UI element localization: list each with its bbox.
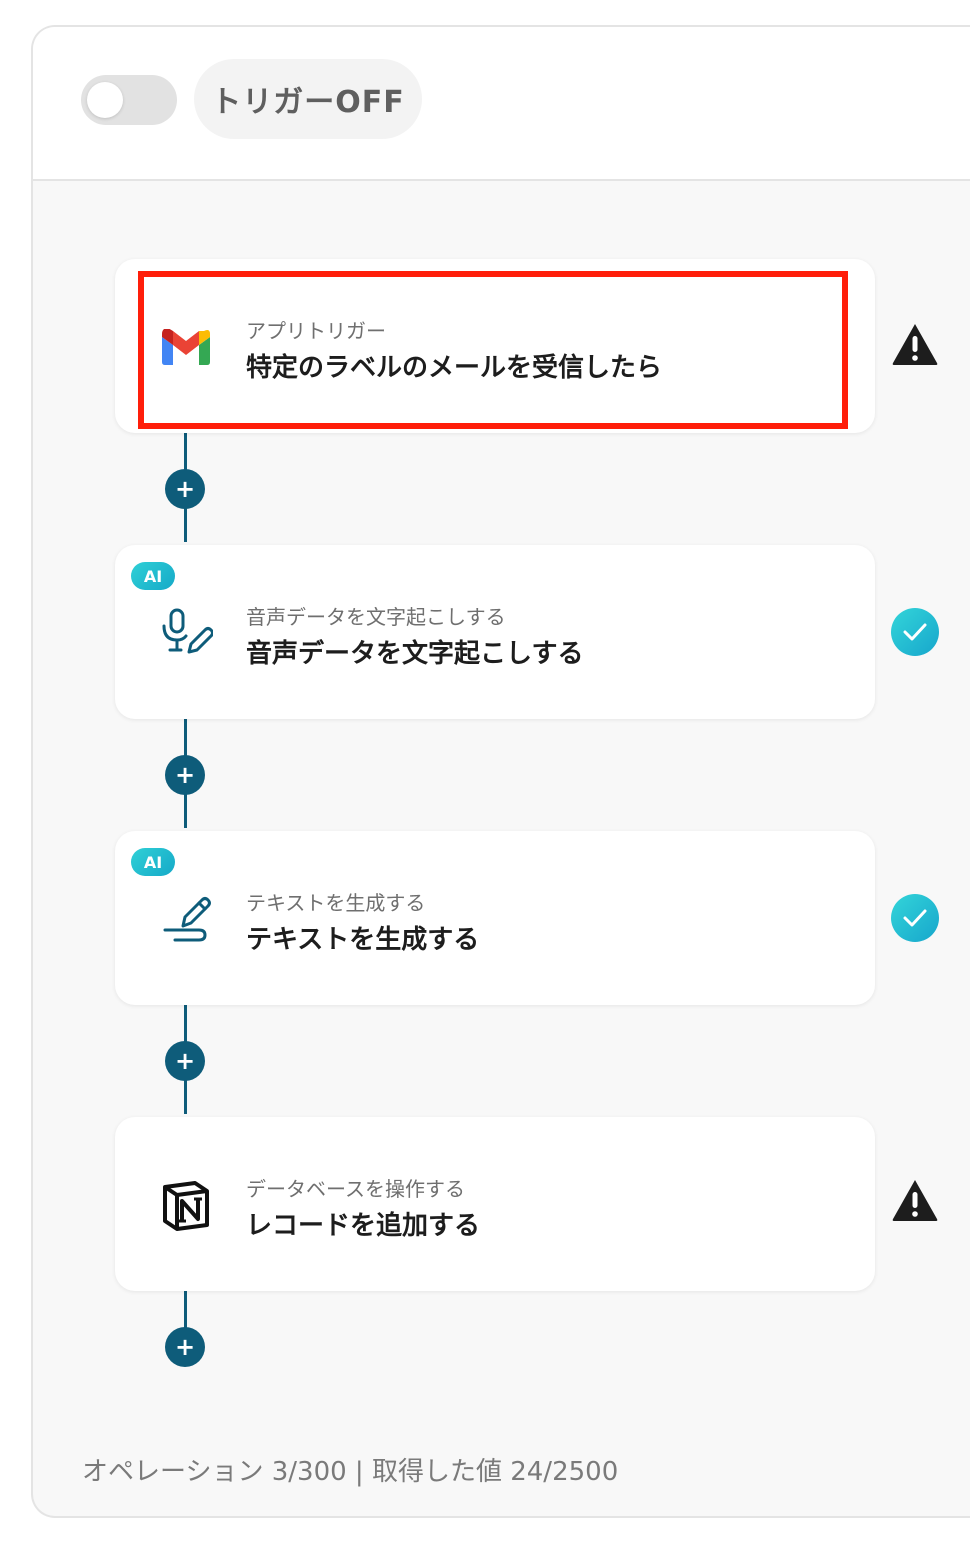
step-type-label: 音声データを文字起こしする xyxy=(246,605,506,629)
step-title: レコードを追加する xyxy=(246,1211,481,1241)
usage-summary: オペレーション 3/300 | 取得した値 24/2500 xyxy=(82,1457,619,1487)
warning-icon xyxy=(890,1175,940,1225)
step-card-transcribe[interactable]: AI 音声データを文字起こしする 音声データを文字起こしする xyxy=(115,545,875,719)
trigger-toggle[interactable] xyxy=(81,75,177,125)
pen-signature-icon xyxy=(159,892,213,946)
flow-header: トリガーOFF xyxy=(33,27,970,181)
step-title: 音声データを文字起こしする xyxy=(246,639,584,669)
step-title: 特定のラベルのメールを受信したら xyxy=(246,353,663,383)
check-icon xyxy=(890,893,940,943)
step-card-gmail-trigger[interactable]: アプリトリガー 特定のラベルのメールを受信したら xyxy=(115,259,875,433)
step-card-generate-text[interactable]: AI テキストを生成する テキストを生成する xyxy=(115,831,875,1005)
notion-icon xyxy=(159,1178,213,1232)
add-step-button[interactable]: + xyxy=(165,1327,205,1367)
microphone-pen-icon xyxy=(159,606,213,660)
step-type-label: データベースを操作する xyxy=(246,1177,465,1201)
ai-badge: AI xyxy=(131,562,175,590)
step-type-label: アプリトリガー xyxy=(246,319,386,343)
trigger-status-label: トリガーOFF xyxy=(194,59,422,139)
warning-icon xyxy=(890,319,940,369)
toggle-knob xyxy=(87,82,123,118)
flow-panel: トリガーOFF アプリトリガー 特定のラベルのメールを受信したら + AI 音声… xyxy=(31,25,970,1518)
gmail-icon xyxy=(159,320,213,374)
step-title: テキストを生成する xyxy=(246,925,480,955)
step-type-label: テキストを生成する xyxy=(246,891,426,915)
check-icon xyxy=(890,607,940,657)
add-step-button[interactable]: + xyxy=(165,469,205,509)
add-step-button[interactable]: + xyxy=(165,755,205,795)
add-step-button[interactable]: + xyxy=(165,1041,205,1081)
step-card-notion-record[interactable]: データベースを操作する レコードを追加する xyxy=(115,1117,875,1291)
ai-badge: AI xyxy=(131,848,175,876)
